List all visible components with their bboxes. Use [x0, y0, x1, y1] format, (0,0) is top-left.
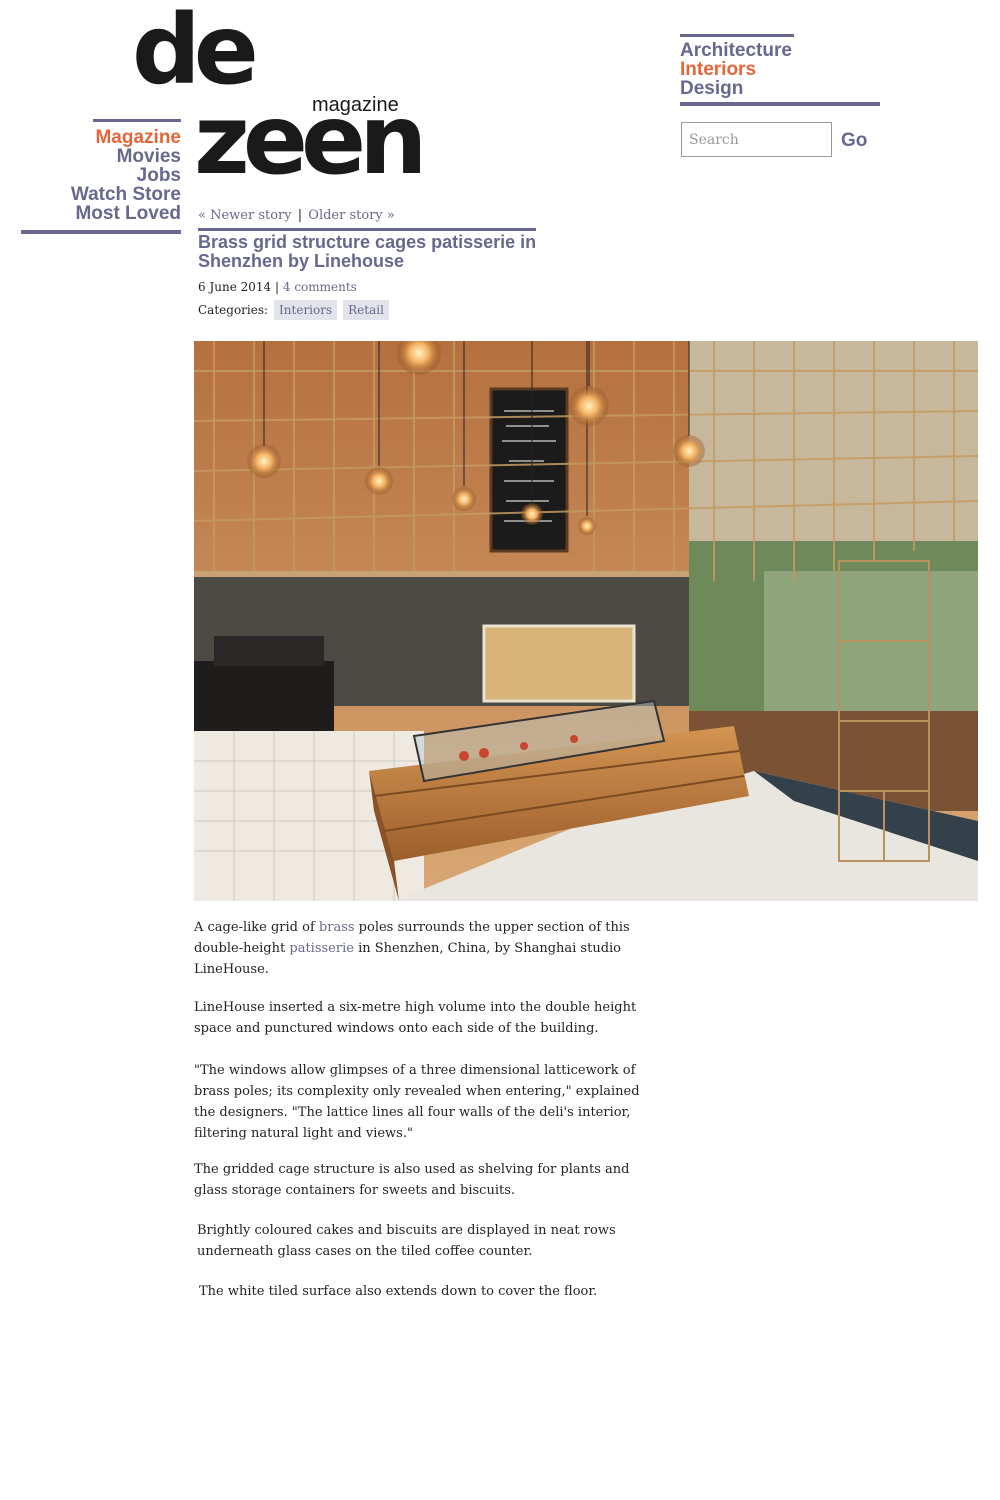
nav-interiors[interactable]: Interiors — [680, 60, 880, 79]
article-photo[interactable] — [194, 341, 978, 901]
story-nav-separator: | — [297, 208, 303, 223]
nav-movies[interactable]: Movies — [21, 147, 181, 166]
left-nav: Magazine Movies Jobs Watch Store Most Lo… — [21, 119, 181, 234]
category-tag-retail[interactable]: Retail — [343, 300, 389, 320]
nav-most-loved[interactable]: Most Loved — [21, 204, 181, 223]
comments-link[interactable]: 4 comments — [283, 280, 357, 294]
section-nav: Architecture Interiors Design — [680, 34, 880, 106]
article-categories: Categories: Interiors Retail — [198, 300, 389, 320]
paragraph-5: Brightly coloured cakes and biscuits are… — [197, 1223, 616, 1259]
older-story-link[interactable]: Older story » — [308, 208, 395, 223]
left-nav-top-rule — [93, 119, 181, 122]
paragraph-4: The gridded cage structure is also used … — [194, 1162, 630, 1198]
search-go-button[interactable]: Go — [841, 130, 867, 152]
story-nav: « Newer story | Older story » — [198, 208, 395, 223]
section-nav-rule — [680, 102, 880, 106]
category-tag-interiors[interactable]: Interiors — [274, 300, 338, 320]
left-nav-rule — [21, 230, 181, 234]
article-title: Brass grid structure cages patisserie in… — [198, 232, 537, 271]
nav-watch-store[interactable]: Watch Store — [21, 185, 181, 204]
p1-text-a: A cage-like grid of — [194, 920, 319, 935]
paragraph-1: A cage-like grid of brass poles surround… — [194, 917, 664, 980]
paragraph-3: "The windows allow glimpses of a three d… — [194, 1063, 640, 1141]
nav-magazine[interactable]: Magazine — [21, 128, 181, 147]
newer-story-link[interactable]: « Newer story — [198, 208, 292, 223]
patisserie-link[interactable]: patisserie — [289, 941, 354, 956]
brass-link[interactable]: brass — [319, 920, 355, 935]
nav-jobs[interactable]: Jobs — [21, 166, 181, 185]
patisserie-interior-image — [194, 341, 978, 901]
nav-design[interactable]: Design — [680, 79, 880, 98]
article-body: A cage-like grid of brass poles surround… — [194, 917, 664, 1302]
categories-label: Categories: — [198, 303, 269, 317]
paragraph-6: The white tiled surface also extends dow… — [199, 1284, 598, 1299]
paragraph-2: LineHouse inserted a six-metre high volu… — [194, 1000, 637, 1036]
meta-separator: | — [275, 280, 280, 294]
logo-zeen: zeen — [194, 84, 427, 196]
nav-architecture[interactable]: Architecture — [680, 41, 880, 60]
section-nav-top-rule — [680, 34, 794, 37]
article-meta: 6 June 2014 | 4 comments — [198, 280, 357, 294]
story-nav-rule — [198, 228, 536, 231]
article-date: 6 June 2014 — [198, 280, 272, 294]
search-input[interactable] — [681, 122, 832, 157]
